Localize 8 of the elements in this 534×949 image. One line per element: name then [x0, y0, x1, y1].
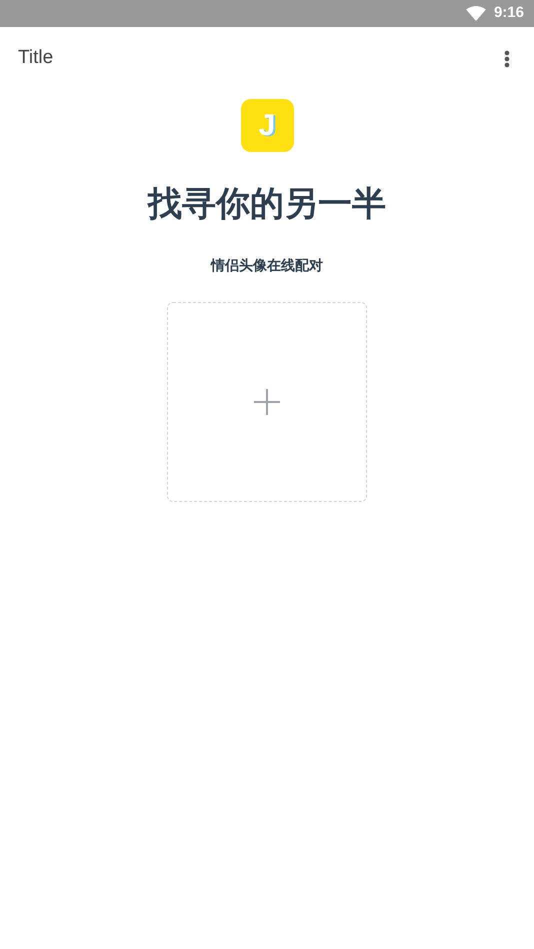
toolbar-title: Title — [18, 46, 54, 70]
wifi-icon — [466, 6, 486, 21]
plus-icon — [253, 388, 281, 416]
more-icon[interactable] — [504, 50, 510, 68]
app-logo: J — [240, 99, 294, 152]
subtitle: 情侣头像在线配对 — [211, 256, 323, 275]
heading: 找寻你的另一半 — [148, 184, 386, 225]
status-time: 9:16 — [494, 3, 524, 24]
